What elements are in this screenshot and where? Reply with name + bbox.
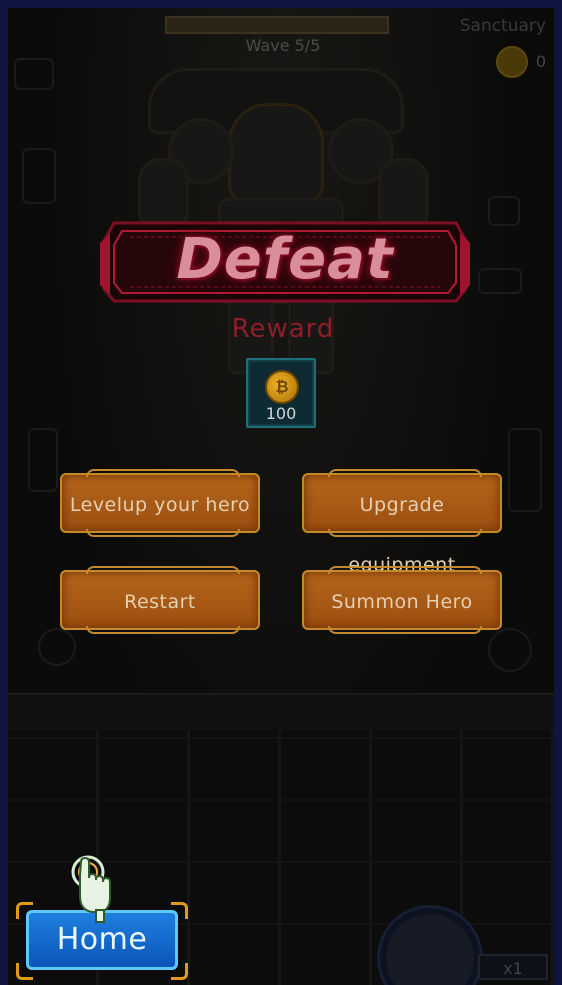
summon-hero-label: Summon Hero	[331, 591, 473, 613]
restart-label: Restart	[124, 591, 196, 613]
coin-count: 0	[535, 52, 546, 71]
bg-doodle	[38, 628, 76, 666]
button-notch	[328, 566, 482, 574]
button-notch	[328, 529, 482, 537]
tutorial-pointer-icon	[71, 855, 111, 923]
summon-hero-button[interactable]: Summon Hero	[302, 566, 502, 634]
levelup-hero-label: Levelup your hero	[69, 494, 251, 516]
bg-doodle	[22, 148, 56, 204]
button-notch	[328, 469, 482, 477]
defeat-title: Defeat	[176, 227, 394, 292]
bg-doodle	[14, 58, 54, 90]
reward-label: Reward	[231, 314, 335, 344]
button-notch	[86, 469, 240, 477]
battlefield-wall	[8, 693, 554, 731]
button-notch	[86, 626, 240, 634]
defeat-banner: Defeat	[100, 213, 470, 308]
upgrade-equipment-button[interactable]: Upgrade equipment	[302, 469, 502, 576]
button-notch	[328, 626, 482, 634]
bg-doodle	[488, 196, 520, 226]
speed-toggle[interactable]: x1	[478, 954, 548, 980]
bg-doodle	[478, 268, 522, 294]
coin-icon	[496, 46, 528, 78]
location-label: Sanctuary	[459, 16, 546, 36]
bg-doodle	[28, 428, 58, 492]
game-scene: Wave 5/5 Sanctuary 0 Defeat Reward ₿ 100	[8, 8, 554, 985]
button-notch	[86, 529, 240, 537]
restart-button[interactable]: Restart	[60, 566, 260, 634]
reward-item: ₿ 100	[246, 358, 316, 428]
reward-amount: 100	[265, 404, 297, 423]
bg-doodle	[508, 428, 542, 512]
levelup-hero-button[interactable]: Levelup your hero	[60, 469, 260, 537]
coin-icon: ₿	[265, 370, 299, 404]
bg-doodle	[488, 628, 532, 672]
button-notch	[86, 566, 240, 574]
wave-progress-bar	[165, 16, 389, 34]
